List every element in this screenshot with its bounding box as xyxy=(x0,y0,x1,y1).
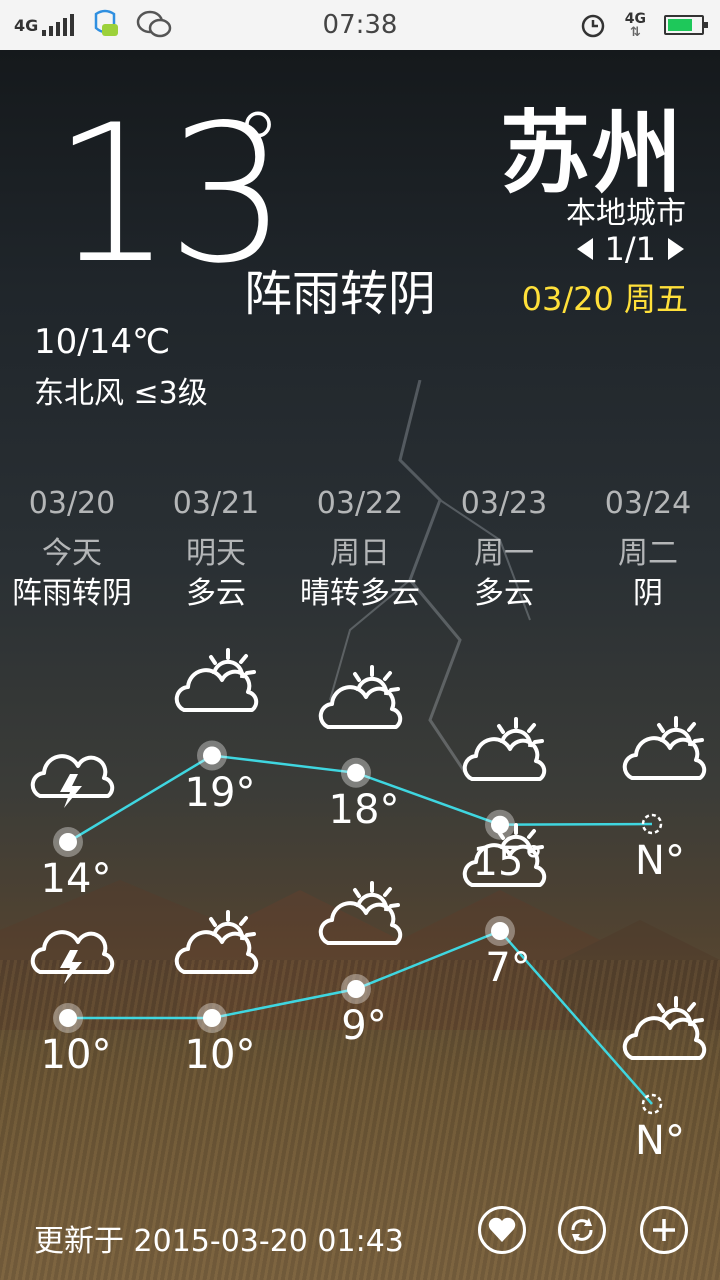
refresh-button[interactable] xyxy=(558,1206,606,1254)
partly-cloudy-icon xyxy=(170,906,266,986)
high-temp-label: 19° xyxy=(184,769,256,816)
data-point xyxy=(491,922,509,940)
high-temp-label: N° xyxy=(635,838,685,884)
plus-icon xyxy=(653,1219,675,1241)
low-temp-label: N° xyxy=(635,1118,685,1164)
partly-cloudy-icon xyxy=(314,661,410,741)
partly-cloudy-icon xyxy=(618,992,714,1072)
data-point xyxy=(203,1009,221,1027)
partly-cloudy-icon xyxy=(314,877,410,957)
partly-cloudy-icon xyxy=(458,819,554,899)
low-temp-label: 7° xyxy=(485,945,531,991)
data-point xyxy=(347,763,365,782)
low-temp-label: 9° xyxy=(341,1003,387,1049)
temperature-chart xyxy=(53,740,663,1115)
high-temp-label: 18° xyxy=(328,786,400,833)
low-temp-label: 10° xyxy=(40,1032,112,1078)
partly-cloudy-icon xyxy=(458,713,554,793)
favorite-button[interactable] xyxy=(478,1206,526,1254)
data-point xyxy=(59,833,77,851)
heart-icon xyxy=(488,1217,516,1242)
high-temp-label: 14° xyxy=(40,856,112,902)
update-time: 更新于 2015-03-20 01:43 xyxy=(34,1224,404,1259)
thunderstorm-icon xyxy=(26,730,122,810)
thunderstorm-icon xyxy=(26,906,122,986)
partly-cloudy-icon xyxy=(170,644,266,724)
partly-cloudy-icon xyxy=(618,712,714,792)
low-temp-label: 10° xyxy=(184,1032,256,1078)
add-city-button[interactable] xyxy=(640,1206,688,1254)
data-point xyxy=(203,746,221,765)
data-point xyxy=(347,980,365,998)
data-point xyxy=(59,1009,77,1027)
refresh-icon xyxy=(571,1218,593,1242)
